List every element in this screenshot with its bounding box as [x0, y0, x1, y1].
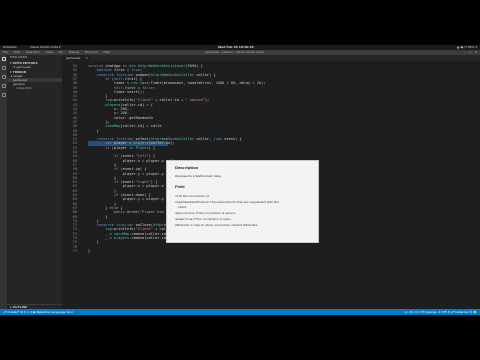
hover-description: Represents a WebSocket caller. [175, 174, 222, 178]
status-right[interactable]: Ln 52, Col 33 Spaces: 4 UTF-8 LF balleri… [405, 309, 477, 315]
code-line: _ = players.remove(caller.id); [88, 236, 171, 240]
explorer-header: EXPLORER [10, 55, 28, 59]
hover-title: Description [175, 166, 199, 170]
line-number: 77 [72, 248, 77, 253]
tab-label: game.bal [66, 56, 81, 60]
extensions-icon[interactable] [1, 93, 6, 97]
status-left[interactable]: ⎇ master* ⊗ 0 ⚠ 0 ▶ Ballerina Language S… [3, 309, 73, 315]
hover-field: id ID the connection id [175, 194, 209, 198]
code-line: } [88, 240, 99, 245]
hover-fields-title: Field [175, 185, 185, 189]
hover-field: negotiatedSubProtocol The subprotocols t… [175, 200, 279, 204]
debug-icon[interactable] [1, 84, 6, 88]
explorer-sidebar: EXPLORER ▾ OPEN EDITORS ✕ game.bal ▾ YBW… [7, 55, 62, 309]
desktop-screen: Activities Visual Studio Code ▾ Wed Feb … [0, 45, 480, 315]
hover-field: isSecure true if the connection is secur… [175, 211, 236, 215]
activity-bar [0, 55, 7, 309]
search-icon[interactable] [1, 66, 6, 70]
code-line: } [88, 248, 91, 253]
hover-field: isOpen true if the connection is open [175, 217, 231, 221]
hover-field: client [178, 205, 187, 209]
code-line: if (player is Player) { [105, 145, 156, 150]
explorer-icon[interactable] [1, 57, 6, 61]
file-index-html[interactable]: index.html [7, 86, 62, 90]
open-editor-item[interactable]: ✕ game.bal [7, 65, 62, 69]
code-line: } [88, 128, 99, 133]
line-number-gutter: 34 35 36 37 38 39 40 41 42 43 44 45 46 47 48 49 50 51 52 53… [62, 61, 79, 309]
status-bar: ⎇ master* ⊗ 0 ⚠ 0 ▶ Ballerina Language S… [0, 309, 480, 315]
code-line: connMap[caller.id] = calle [105, 124, 162, 129]
source-control-icon[interactable] [1, 75, 6, 79]
hover-field: attributes A map to store connection rel… [175, 223, 258, 227]
video-frame: Activities Visual Studio Code ▾ Wed Feb … [0, 0, 480, 360]
hover-tooltip: Description Represents a WebSocket calle… [166, 160, 319, 243]
